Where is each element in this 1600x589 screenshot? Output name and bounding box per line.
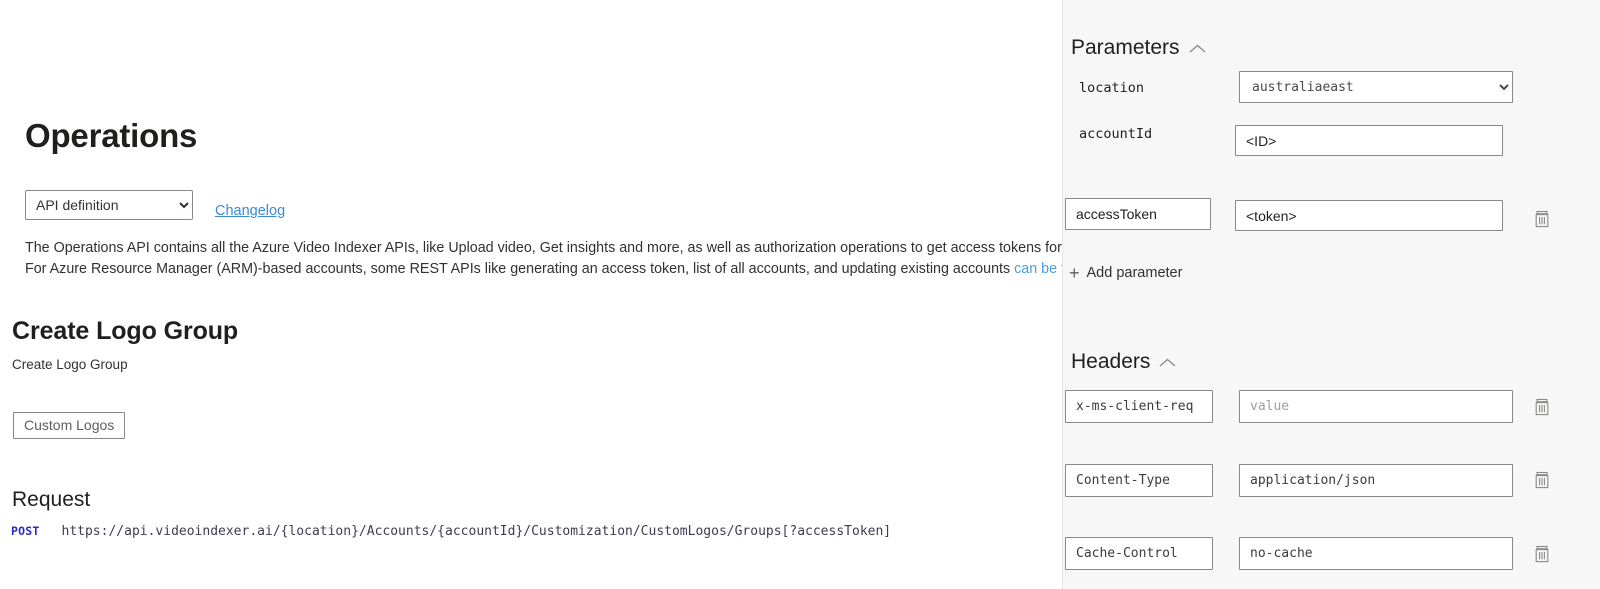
header-value-input-content-type[interactable] xyxy=(1239,464,1513,497)
parameters-section-header[interactable]: Parameters xyxy=(1071,36,1207,60)
add-parameter-button[interactable]: + Add parameter xyxy=(1069,263,1183,283)
param-value-input-accesstoken[interactable] xyxy=(1235,200,1503,231)
param-name-input-accesstoken[interactable] xyxy=(1065,198,1211,230)
changelog-link[interactable]: Changelog xyxy=(215,203,285,219)
chevron-up-icon[interactable] xyxy=(1188,43,1207,55)
header-name-input-content-type[interactable] xyxy=(1065,464,1213,497)
headers-heading: Headers xyxy=(1071,350,1151,373)
description-line-2-text: For Azure Resource Manager (ARM)-based a… xyxy=(25,261,1015,277)
header-name-input-x-ms-client-req[interactable] xyxy=(1065,390,1213,423)
try-it-panel: Parameters location australiaeast accoun… xyxy=(1062,0,1600,589)
api-description: The Operations API contains all the Azur… xyxy=(25,238,1062,280)
request-line: POST https://api.videoindexer.ai/{locatio… xyxy=(11,524,891,539)
header-name-input-cache-control[interactable] xyxy=(1065,537,1213,570)
trash-icon[interactable] xyxy=(1534,210,1550,228)
description-line-1: The Operations API contains all the Azur… xyxy=(25,240,1062,256)
request-method: POST xyxy=(11,524,40,538)
param-select-location[interactable]: australiaeast xyxy=(1239,71,1513,103)
can-be-found-link[interactable]: can be foun xyxy=(1014,261,1062,277)
header-value-input-cache-control[interactable] xyxy=(1239,537,1513,570)
param-input-accountid[interactable] xyxy=(1235,125,1503,156)
request-heading: Request xyxy=(12,488,91,511)
parameters-heading: Parameters xyxy=(1071,36,1180,59)
app-root: Operations API definition Changelog The … xyxy=(0,0,1600,589)
param-label-location: location xyxy=(1079,80,1145,96)
operation-title: Create Logo Group xyxy=(12,317,239,345)
trash-icon[interactable] xyxy=(1534,398,1550,416)
description-line-2: For Azure Resource Manager (ARM)-based a… xyxy=(25,259,1062,280)
add-parameter-label: Add parameter xyxy=(1086,265,1183,281)
chevron-up-icon[interactable] xyxy=(1158,357,1177,369)
documentation-pane: Operations API definition Changelog The … xyxy=(0,0,1062,589)
header-value-input-x-ms-client-req[interactable] xyxy=(1239,390,1513,423)
operation-subtitle: Create Logo Group xyxy=(12,357,128,372)
tag-button-custom-logos[interactable]: Custom Logos xyxy=(13,412,126,439)
api-definition-select-wrapper: API definition xyxy=(25,190,193,220)
trash-icon[interactable] xyxy=(1534,545,1550,563)
trash-icon[interactable] xyxy=(1534,471,1550,489)
plus-icon: + xyxy=(1069,263,1080,283)
headers-section-header[interactable]: Headers xyxy=(1071,350,1177,374)
page-title: Operations xyxy=(25,117,198,154)
param-label-accountid: accountId xyxy=(1079,126,1153,142)
api-definition-select[interactable]: API definition xyxy=(25,190,193,220)
request-url: https://api.videoindexer.ai/{location}/A… xyxy=(61,524,892,539)
